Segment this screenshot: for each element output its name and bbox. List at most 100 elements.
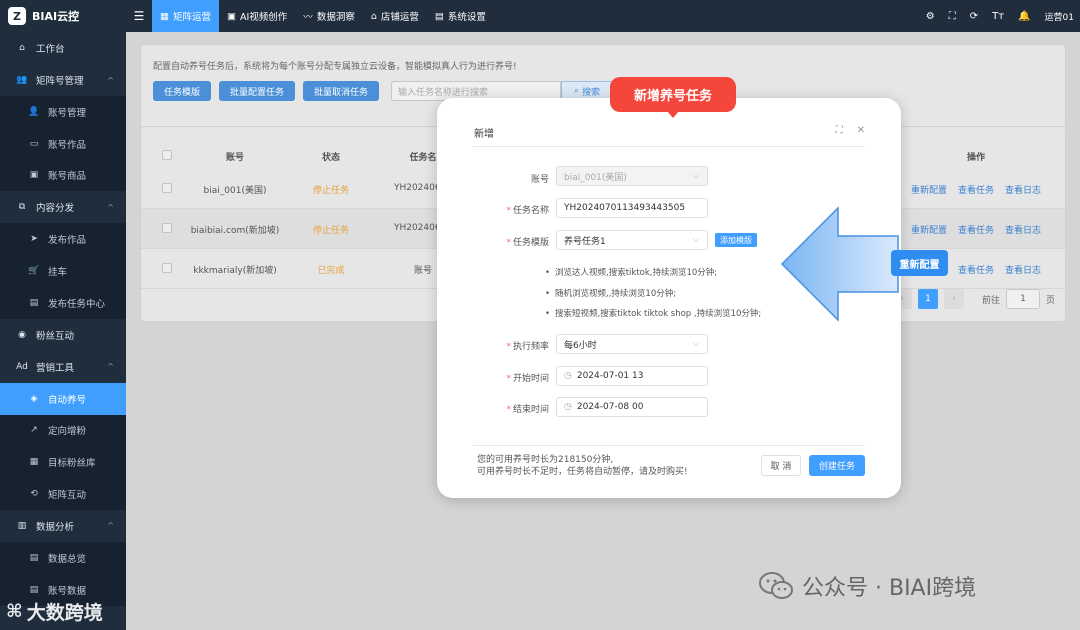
top-bar: ☰ ▦ 矩阵运营 ▣ AI视频创作〰数据洞察 ⌂ 店铺运营 ▤ 系统设置 ⚙ ⛶ ⟳ Tт 🔔 运营0… — [126, 0, 1080, 32]
select-all-checkbox[interactable] — [162, 150, 172, 160]
send-icon: ➤ — [30, 234, 38, 245]
ad-icon: Ad — [16, 361, 28, 372]
frequency-label: * 执行频率 — [506, 342, 549, 352]
sidebar-item-label: 内容分发 — [36, 203, 75, 215]
cell-account: biai_001(美国) — [203, 186, 267, 196]
frequency-select[interactable]: 每6小时 ⌵ — [556, 334, 708, 354]
search-button-label: 搜索 — [582, 87, 601, 98]
view-log-link[interactable]: 查看日志 — [1005, 263, 1041, 276]
sidebar-item[interactable]: 👤 账号管理 — [0, 96, 126, 128]
app-logo[interactable]: Z BIAI云控 — [0, 0, 126, 32]
batch-config-button[interactable]: 批量配置任务 — [219, 81, 296, 101]
task-template-button[interactable]: 任务模版 — [153, 81, 212, 101]
wechat-watermark: 公众号 · BIAI跨境 — [758, 570, 976, 602]
sidebar-item-label: 账号商品 — [48, 171, 87, 183]
user-name[interactable]: 运营01 — [1045, 10, 1074, 23]
hamburger-icon[interactable]: ☰ — [126, 9, 152, 23]
store-icon: ⌂ — [370, 10, 377, 22]
sidebar-item[interactable]: ▤ 发布任务中心 — [0, 286, 126, 319]
account-data-icon: ▤ — [29, 584, 39, 595]
sidebar-item-label: 目标粉丝库 — [48, 458, 96, 470]
cell-account: biaibiai.com(新加坡) — [190, 226, 280, 236]
task-center-icon: ▤ — [29, 297, 39, 308]
sidebar-item[interactable]: ⧉ 内容分发 ^ — [0, 191, 126, 223]
sidebar-item-label: 账号数据 — [48, 585, 87, 597]
cell-account: kkkmarialy(新加坡) — [193, 266, 277, 276]
dialog-footer-divider — [473, 445, 865, 446]
task-name-input[interactable]: YH2024070113493443505 — [556, 198, 708, 218]
sidebar-item-label: 数据分析 — [36, 521, 75, 533]
sidebar-item[interactable]: ▤ 数据总览 — [0, 541, 126, 574]
sidebar-item-label: 定向增粉 — [48, 426, 87, 438]
view-task-link[interactable]: 查看任务 — [958, 223, 994, 236]
gear-icon[interactable]: ⚙ — [926, 11, 935, 22]
works-icon: ▭ — [29, 138, 39, 149]
view-log-link[interactable]: 查看日志 — [1005, 223, 1041, 236]
row-checkbox[interactable] — [162, 263, 172, 273]
sidebar-item[interactable]: ◈ 自动养号 — [0, 382, 126, 415]
goto-page-input[interactable]: 1 — [1005, 289, 1040, 309]
sidebar-item[interactable]: 👥 矩阵号管理 ^ — [0, 64, 126, 96]
insight-icon: 〰 — [303, 12, 313, 23]
notice-text: 配置自动养号任务后，系统将为每个账号分配专属独立云设备，智能模拟真人行为进行养号… — [153, 62, 517, 72]
template-select[interactable]: 养号任务1 ⌵ — [556, 230, 708, 250]
top-tab[interactable]: ⌂ 店铺运营 — [363, 0, 427, 32]
row-checkbox[interactable] — [162, 223, 172, 233]
fullscreen-icon[interactable]: ⛶ — [949, 11, 956, 22]
wechat-icon — [759, 572, 793, 599]
chevron-up-icon: ^ — [107, 75, 114, 85]
sidebar-item[interactable]: ➤ 发布作品 — [0, 223, 126, 256]
batch-cancel-button[interactable]: 批量取消任务 — [303, 81, 380, 101]
reconfigure-link[interactable]: 重新配置 — [911, 223, 947, 236]
maximize-icon[interactable]: ⛶ — [836, 125, 843, 136]
sidebar-item[interactable]: ▥ 数据分析 ^ — [0, 510, 126, 542]
cancel-button[interactable]: 取 消 — [761, 455, 801, 476]
top-tab-label: 系统设置 — [447, 12, 486, 23]
search-icon: ⌕ — [574, 86, 580, 96]
sidebar-item[interactable]: Ad 营销工具 ^ — [0, 351, 126, 383]
sidebar-item[interactable]: ◉ 粉丝互动 — [0, 319, 126, 351]
create-task-button[interactable]: 创建任务 — [809, 455, 865, 476]
account-value: biai_001(美国) — [564, 172, 627, 183]
top-icons: ⚙ ⛶ ⟳ Tт 🔔 — [926, 11, 1031, 22]
cell-task: 账号 — [413, 266, 433, 276]
sidebar-item-label: 发布任务中心 — [48, 298, 106, 310]
sidebar-item-label: 粉丝互动 — [36, 330, 75, 342]
refresh-icon[interactable]: ⟳ — [970, 11, 978, 22]
top-tab[interactable]: ▦ 矩阵运营 — [152, 0, 219, 32]
view-task-link[interactable]: 查看任务 — [958, 183, 994, 196]
sidebar-item[interactable]: ▭ 账号作品 — [0, 127, 126, 160]
view-task-link[interactable]: 查看任务 — [958, 263, 994, 276]
bell-icon[interactable]: 🔔 — [1018, 11, 1030, 22]
settings-icon: ▤ — [434, 10, 444, 22]
top-tab[interactable]: 〰数据洞察 — [295, 0, 363, 32]
chevron-down-icon: ⌵ — [692, 235, 699, 244]
top-tab[interactable]: ▤ 系统设置 — [427, 0, 494, 32]
sidebar-item[interactable]: ▦ 目标粉丝库 — [0, 446, 126, 479]
sidebar-item[interactable]: ↗ 定向增粉 — [0, 414, 126, 447]
add-template-button[interactable]: 添加模版 — [715, 233, 757, 247]
sidebar-item[interactable]: ⌂ 工作台 — [0, 32, 126, 64]
chevron-up-icon: ^ — [107, 521, 114, 531]
sidebar-item[interactable]: ⟲ 矩阵互动 — [0, 478, 126, 510]
target-icon: ▦ — [29, 457, 39, 468]
sidebar-item[interactable]: ▣ 账号商品 — [0, 159, 126, 192]
sidebar-item[interactable]: 🛒 挂车 — [0, 255, 126, 287]
end-time-value: 2024-07-08 00 — [576, 402, 644, 412]
next-page-button[interactable]: › — [943, 289, 964, 309]
header-status: 状态 — [321, 153, 341, 163]
end-time-picker[interactable]: ◷ 2024-07-08 00 — [556, 397, 708, 417]
clock-icon: ◷ — [564, 371, 572, 381]
reconfigure-link[interactable]: 重新配置 — [911, 183, 947, 196]
view-log-link[interactable]: 查看日志 — [1005, 183, 1041, 196]
top-tab[interactable]: ▣ AI视频创作 — [219, 0, 295, 32]
chevron-up-icon: ^ — [107, 202, 114, 212]
row-checkbox[interactable] — [162, 183, 172, 193]
chevron-down-icon: ⌵ — [692, 171, 699, 180]
current-page[interactable]: 1 — [917, 289, 938, 309]
close-icon[interactable]: ✕ — [857, 125, 865, 136]
goto-label: 前往 — [981, 295, 1000, 306]
sidebar-item-label: 工作台 — [36, 44, 65, 55]
font-size-icon[interactable]: Tт — [992, 11, 1004, 22]
start-time-picker[interactable]: ◷ 2024-07-01 13 — [556, 366, 708, 386]
